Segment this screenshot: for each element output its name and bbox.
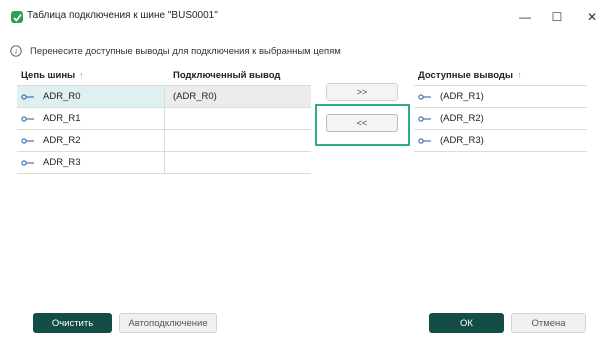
cancel-button[interactable]: Отмена <box>511 313 586 333</box>
net-name: ADR_R0 <box>43 91 81 102</box>
pin-icon <box>21 159 34 166</box>
net-cell[interactable]: ADR_R0 <box>17 86 164 107</box>
clear-button[interactable]: Очистить <box>33 313 112 333</box>
close-button[interactable]: ✕ <box>578 4 598 30</box>
pin-icon <box>418 93 431 100</box>
remove-connection-label: << <box>356 118 368 128</box>
info-text: Перенесите доступные выводы для подключе… <box>30 46 341 57</box>
maximize-icon: ☐ <box>551 10 563 24</box>
pin-icon <box>418 115 431 122</box>
bus-net-row[interactable]: ADR_R1 <box>17 108 311 130</box>
add-connection-label: >> <box>356 87 368 97</box>
column-header-connected[interactable]: Подключенный вывод <box>165 70 311 81</box>
autoconnect-button[interactable]: Автоподключение <box>119 313 217 333</box>
pin-icon <box>21 137 34 144</box>
net-cell[interactable]: ADR_R3 <box>17 152 164 173</box>
minimize-button[interactable]: — <box>511 4 539 30</box>
column-header-net[interactable]: Цепь шины ↑ <box>17 70 165 81</box>
connected-cell[interactable]: (ADR_R0) <box>165 86 311 107</box>
cancel-button-label: Отмена <box>531 317 566 329</box>
add-connection-button[interactable]: >> <box>326 83 398 101</box>
remove-connection-button[interactable]: << <box>326 114 398 132</box>
available-pin-name: (ADR_R2) <box>440 113 484 124</box>
available-pin-row[interactable]: (ADR_R1) <box>414 86 587 108</box>
minimize-icon: — <box>519 10 531 24</box>
sort-asc-icon: ↑ <box>79 70 84 80</box>
net-name: ADR_R2 <box>43 135 81 146</box>
bus-net-table-header: Цепь шины ↑ Подключенный вывод <box>17 65 311 85</box>
pin-icon <box>21 93 34 100</box>
pin-icon <box>21 115 34 122</box>
net-cell[interactable]: ADR_R2 <box>17 130 164 151</box>
bus-net-row[interactable]: ADR_R3 <box>17 152 311 174</box>
column-header-available[interactable]: Доступные выводы ↑ <box>414 65 587 85</box>
close-icon: ✕ <box>586 10 598 24</box>
app-icon <box>11 11 23 23</box>
autoconnect-button-label: Автоподключение <box>128 317 208 329</box>
available-pin-row[interactable]: (ADR_R3) <box>414 130 587 152</box>
svg-text:i: i <box>15 47 17 56</box>
net-name: ADR_R1 <box>43 113 81 124</box>
column-header-connected-label: Подключенный вывод <box>173 69 281 81</box>
connected-pin: (ADR_R0) <box>173 91 217 102</box>
window-title: Таблица подключения к шине "BUS0001" <box>27 10 218 21</box>
clear-button-label: Очистить <box>51 317 94 329</box>
ok-button-label: ОК <box>460 317 473 329</box>
maximize-button[interactable]: ☐ <box>543 4 571 30</box>
bus-net-row[interactable]: ADR_R2 <box>17 130 311 152</box>
sort-asc-icon: ↑ <box>517 70 522 80</box>
available-pin-name: (ADR_R3) <box>440 135 484 146</box>
available-pin-rows: (ADR_R1) (ADR_R2) (ADR_R3) <box>414 86 587 152</box>
bus-net-table: Цепь шины ↑ Подключенный вывод ADR_R0 (AD… <box>17 65 311 174</box>
available-pins-table: Доступные выводы ↑ (ADR_R1) (ADR_R2) (ADR_… <box>414 65 587 152</box>
column-header-available-label: Доступные выводы <box>418 69 514 81</box>
ok-button[interactable]: ОК <box>429 313 504 333</box>
net-name: ADR_R3 <box>43 157 81 168</box>
bus-net-rows: ADR_R0 (ADR_R0) ADR_R1 ADR_R2 ADR_R3 <box>17 86 311 174</box>
connected-cell[interactable] <box>165 108 311 129</box>
column-header-net-label: Цепь шины <box>21 69 76 81</box>
available-pin-row[interactable]: (ADR_R2) <box>414 108 587 130</box>
pin-icon <box>418 137 431 144</box>
net-cell[interactable]: ADR_R1 <box>17 108 164 129</box>
info-icon: i <box>10 45 22 57</box>
connected-cell[interactable] <box>165 152 311 173</box>
connected-cell[interactable] <box>165 130 311 151</box>
available-pin-name: (ADR_R1) <box>440 91 484 102</box>
bus-net-row[interactable]: ADR_R0 (ADR_R0) <box>17 86 311 108</box>
